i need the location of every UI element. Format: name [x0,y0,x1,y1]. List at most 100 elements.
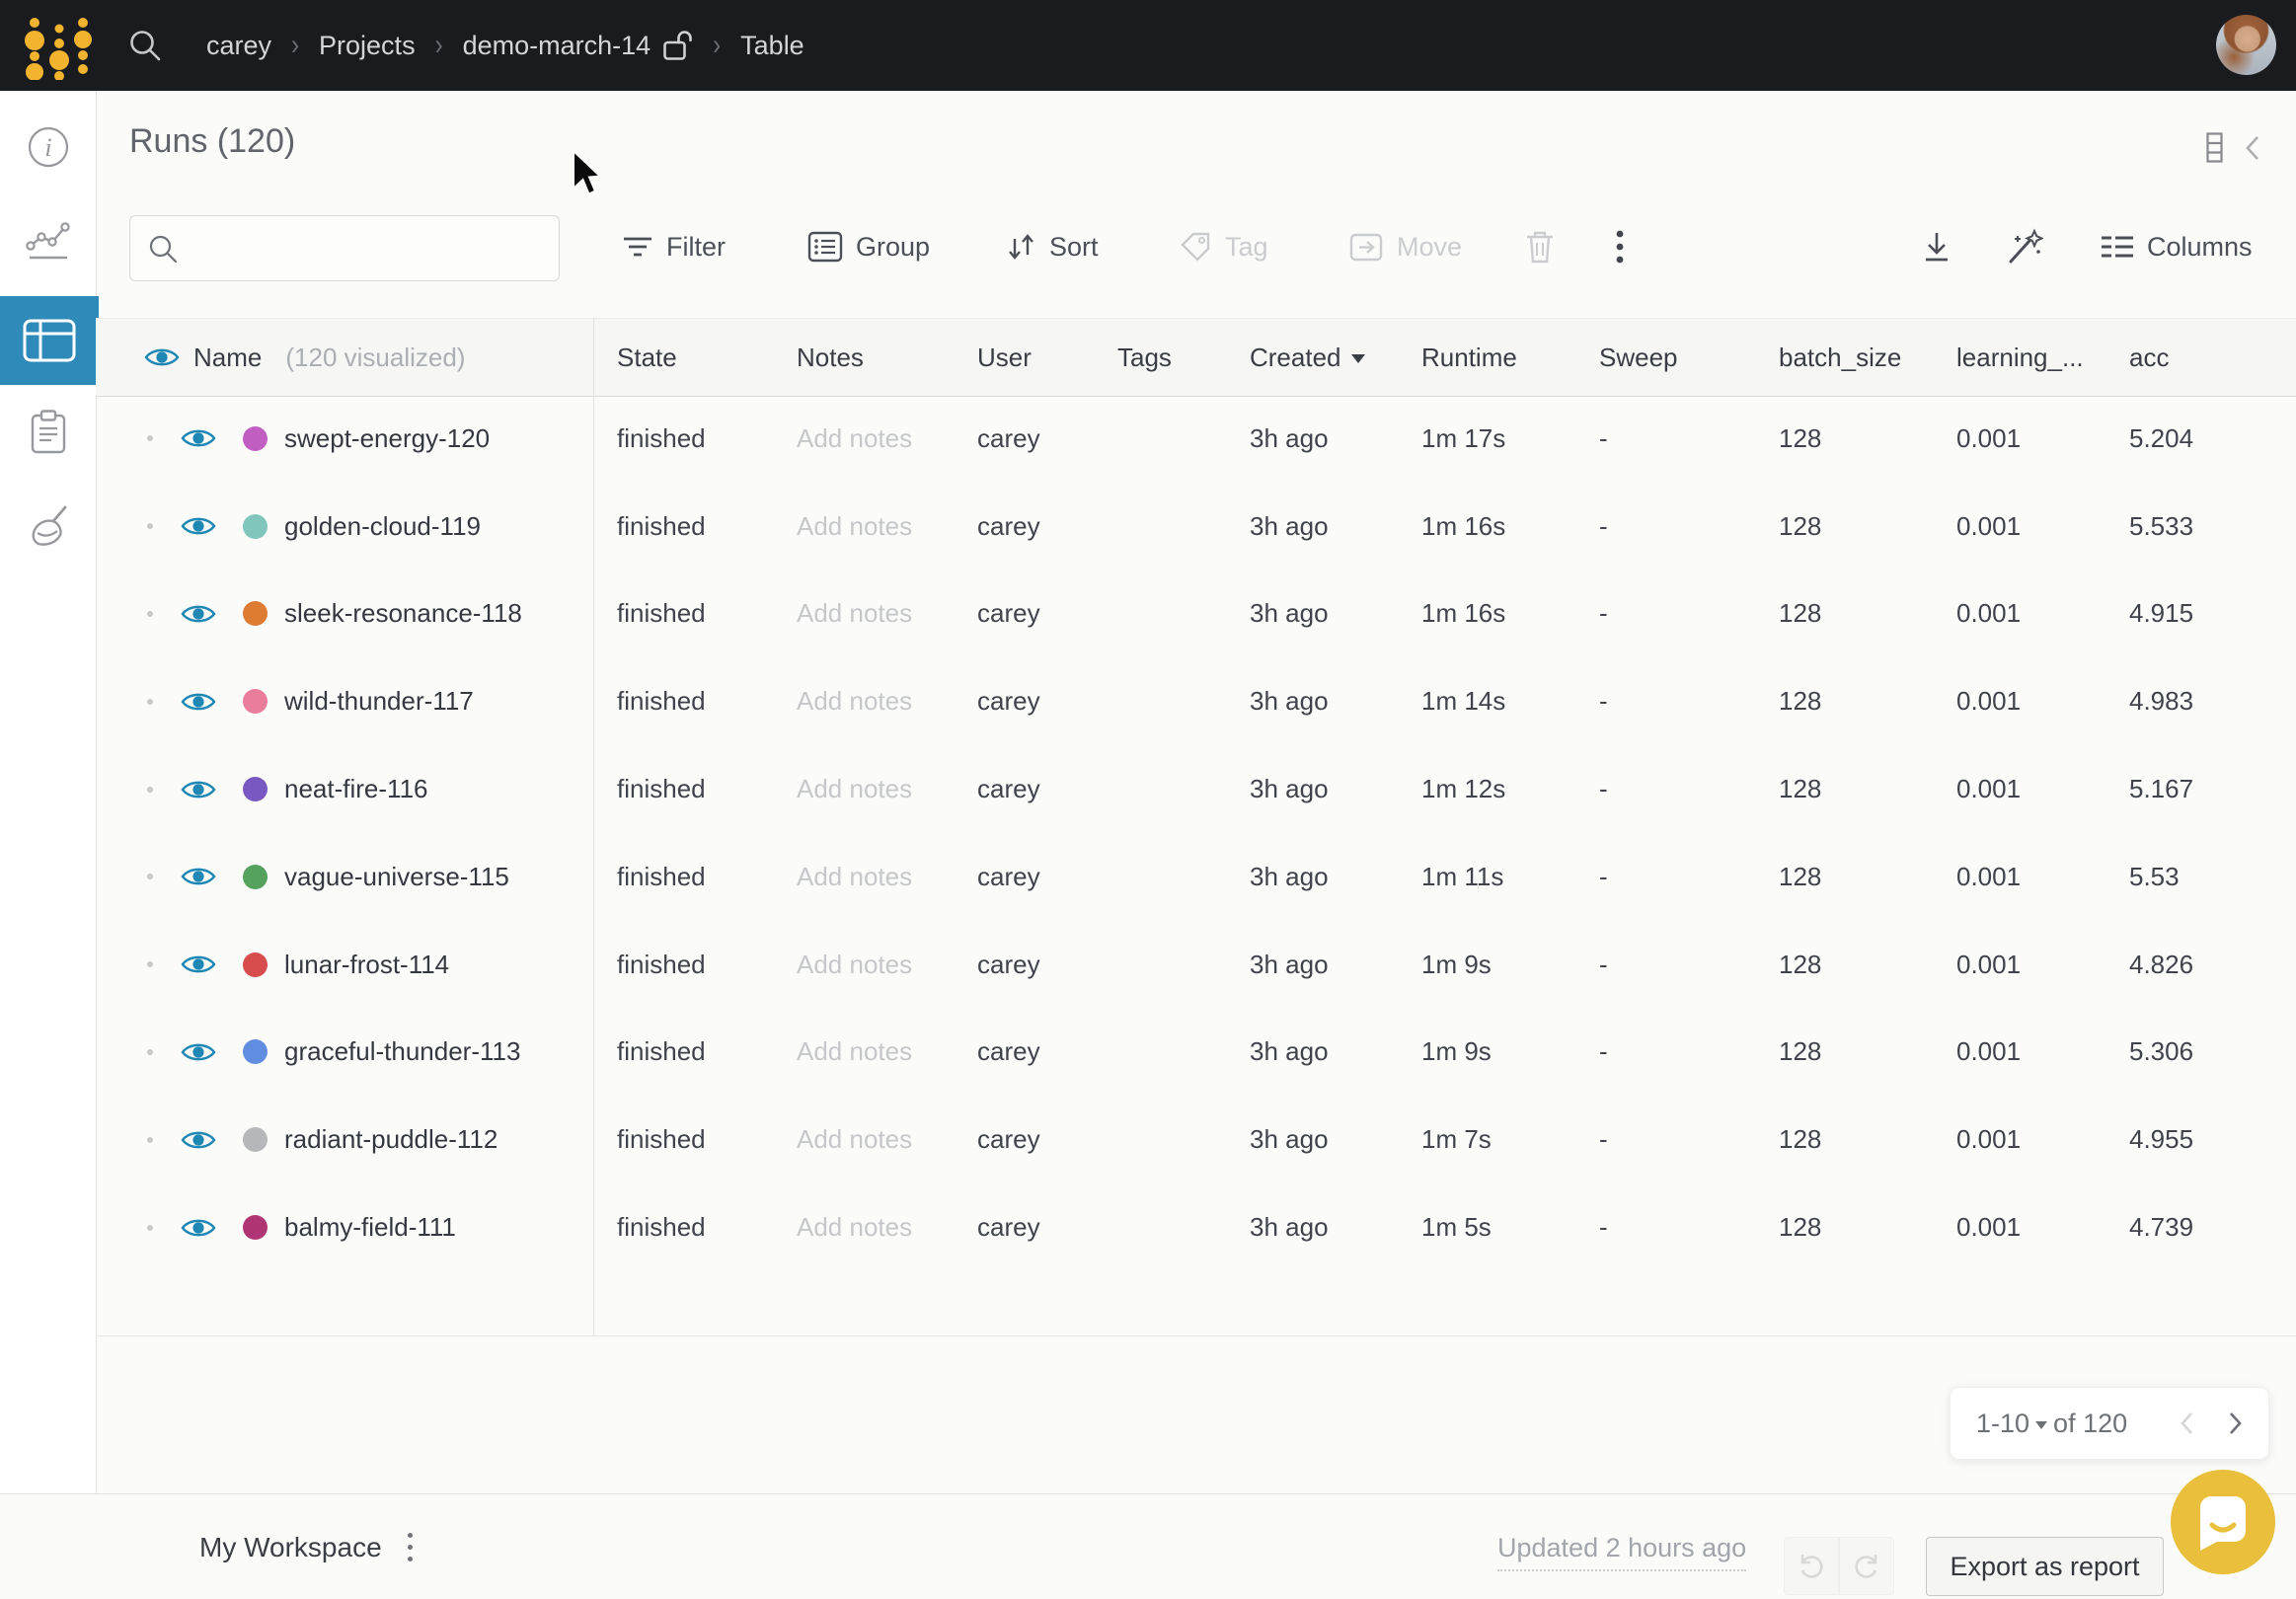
table-row[interactable]: lunar-frost-114 finished Add notes carey… [96,921,2296,1009]
header-learning-rate[interactable]: learning_... [1933,343,2105,373]
header-acc[interactable]: acc [2105,343,2296,373]
notes-cell[interactable]: Add notes [773,950,954,980]
sidebar-item-sweeps[interactable] [0,503,96,549]
breadcrumb-project[interactable]: demo-march-14 [463,31,651,61]
run-name[interactable]: balmy-field-111 [284,1212,456,1243]
drag-handle-dot[interactable] [147,611,153,617]
visibility-eye-icon[interactable] [181,689,216,715]
runtime-value: 1m 17s [1421,423,1505,453]
visibility-eye-icon[interactable] [181,1215,216,1241]
table-row[interactable]: sleek-resonance-118 finished Add notes c… [96,571,2296,658]
drag-handle-dot[interactable] [147,523,153,529]
table-row[interactable]: balmy-field-111 finished Add notes carey… [96,1183,2296,1271]
search-input[interactable] [179,232,559,265]
visibility-eye-icon[interactable] [181,777,216,802]
group-button[interactable]: Group [807,219,930,274]
table-row[interactable]: radiant-puddle-112 finished Add notes ca… [96,1096,2296,1183]
table-row[interactable]: graceful-thunder-113 finished Add notes … [96,1009,2296,1097]
notes-cell[interactable]: Add notes [773,774,954,804]
header-runtime[interactable]: Runtime [1398,343,1575,373]
chat-support-button[interactable] [2171,1470,2275,1574]
header-user[interactable]: User [954,343,1094,373]
tag-button-disabled[interactable]: Tag [1179,219,1268,274]
wandb-logo-icon[interactable] [21,11,96,80]
header-tags[interactable]: Tags [1094,343,1226,373]
notes-cell[interactable]: Add notes [773,598,954,629]
drag-handle-dot[interactable] [147,1049,153,1055]
sidebar-item-table-active[interactable] [0,296,99,385]
sort-button[interactable]: Sort [1005,219,1099,274]
drag-handle-dot[interactable] [147,435,153,441]
run-name[interactable]: vague-universe-115 [284,862,509,892]
table-row[interactable]: vague-universe-115 finished Add notes ca… [96,833,2296,921]
notes-cell[interactable]: Add notes [773,686,954,717]
columns-button[interactable]: Columns [2101,219,2253,274]
user-avatar[interactable] [2216,15,2276,75]
drag-handle-dot[interactable] [147,1225,153,1231]
run-name[interactable]: lunar-frost-114 [284,950,449,980]
run-name[interactable]: graceful-thunder-113 [284,1036,520,1067]
table-row[interactable]: wild-thunder-117 finished Add notes care… [96,657,2296,745]
download-button[interactable] [1921,219,1952,274]
page-range-dropdown[interactable]: 1-10 of 120 [1976,1409,2127,1439]
table-row[interactable]: swept-energy-120 finished Add notes care… [96,395,2296,483]
updated-timestamp[interactable]: Updated 2 hours ago [1497,1533,1746,1571]
header-state[interactable]: State [593,343,773,373]
collapse-chevron-left-icon[interactable] [2245,134,2260,162]
visibility-eye-icon[interactable] [181,601,216,627]
visibility-eye-icon[interactable] [181,1039,216,1065]
notes-cell[interactable]: Add notes [773,1036,954,1067]
workspace-menu-icon[interactable] [408,1533,413,1561]
sidebar-item-workspace[interactable] [0,220,96,262]
breadcrumb-user[interactable]: carey [206,31,271,61]
header-created[interactable]: Created [1226,343,1398,373]
filter-button[interactable]: Filter [622,219,726,274]
breadcrumb-projects[interactable]: Projects [319,31,416,61]
header-batch-size[interactable]: batch_size [1755,343,1933,373]
visibility-eye-icon[interactable] [181,1127,216,1153]
drag-handle-dot[interactable] [147,874,153,879]
header-notes[interactable]: Notes [773,343,954,373]
notes-cell[interactable]: Add notes [773,511,954,542]
runs-search-box[interactable] [129,215,560,281]
global-search-icon[interactable] [127,28,163,63]
run-name[interactable]: radiant-puddle-112 [284,1124,497,1155]
redo-button[interactable] [1839,1537,1894,1595]
panel-layout-icon[interactable] [2206,132,2223,163]
next-page-icon[interactable] [2228,1410,2243,1436]
export-as-report-button[interactable]: Export as report [1926,1537,2164,1596]
run-name[interactable]: swept-energy-120 [284,423,490,454]
breadcrumb-table[interactable]: Table [740,31,804,61]
magic-wand-button[interactable] [2006,219,2043,274]
drag-handle-dot[interactable] [147,1137,153,1143]
header-sweep[interactable]: Sweep [1575,343,1755,373]
undo-button[interactable] [1784,1537,1839,1595]
header-name[interactable]: Name (120 visualized) [96,343,593,373]
visibility-eye-icon[interactable] [181,952,216,977]
visibility-eye-icon[interactable] [144,344,180,370]
notes-cell[interactable]: Add notes [773,862,954,892]
prev-page-icon[interactable] [2180,1410,2194,1436]
drag-handle-dot[interactable] [147,961,153,967]
state-cell: finished [593,950,773,980]
visibility-eye-icon[interactable] [181,864,216,889]
more-options-button[interactable] [1615,219,1625,274]
move-button-disabled[interactable]: Move [1348,219,1462,274]
visibility-eye-icon[interactable] [181,425,216,451]
notes-cell[interactable]: Add notes [773,1212,954,1243]
run-name[interactable]: neat-fire-116 [284,774,428,804]
visibility-eye-icon[interactable] [181,513,216,539]
sidebar-item-overview[interactable]: i [0,125,96,169]
delete-button-disabled[interactable] [1524,219,1556,274]
drag-handle-dot[interactable] [147,787,153,793]
notes-cell[interactable]: Add notes [773,1124,954,1155]
notes-cell[interactable]: Add notes [773,423,954,454]
workspace-selector[interactable]: My Workspace [199,1532,382,1563]
run-name[interactable]: sleek-resonance-118 [284,598,522,629]
sidebar-item-logs[interactable] [0,409,96,456]
run-name[interactable]: golden-cloud-119 [284,511,481,542]
drag-handle-dot[interactable] [147,699,153,705]
run-name[interactable]: wild-thunder-117 [284,686,474,717]
table-row[interactable]: golden-cloud-119 finished Add notes care… [96,483,2296,571]
table-row[interactable]: neat-fire-116 finished Add notes carey 3… [96,745,2296,833]
